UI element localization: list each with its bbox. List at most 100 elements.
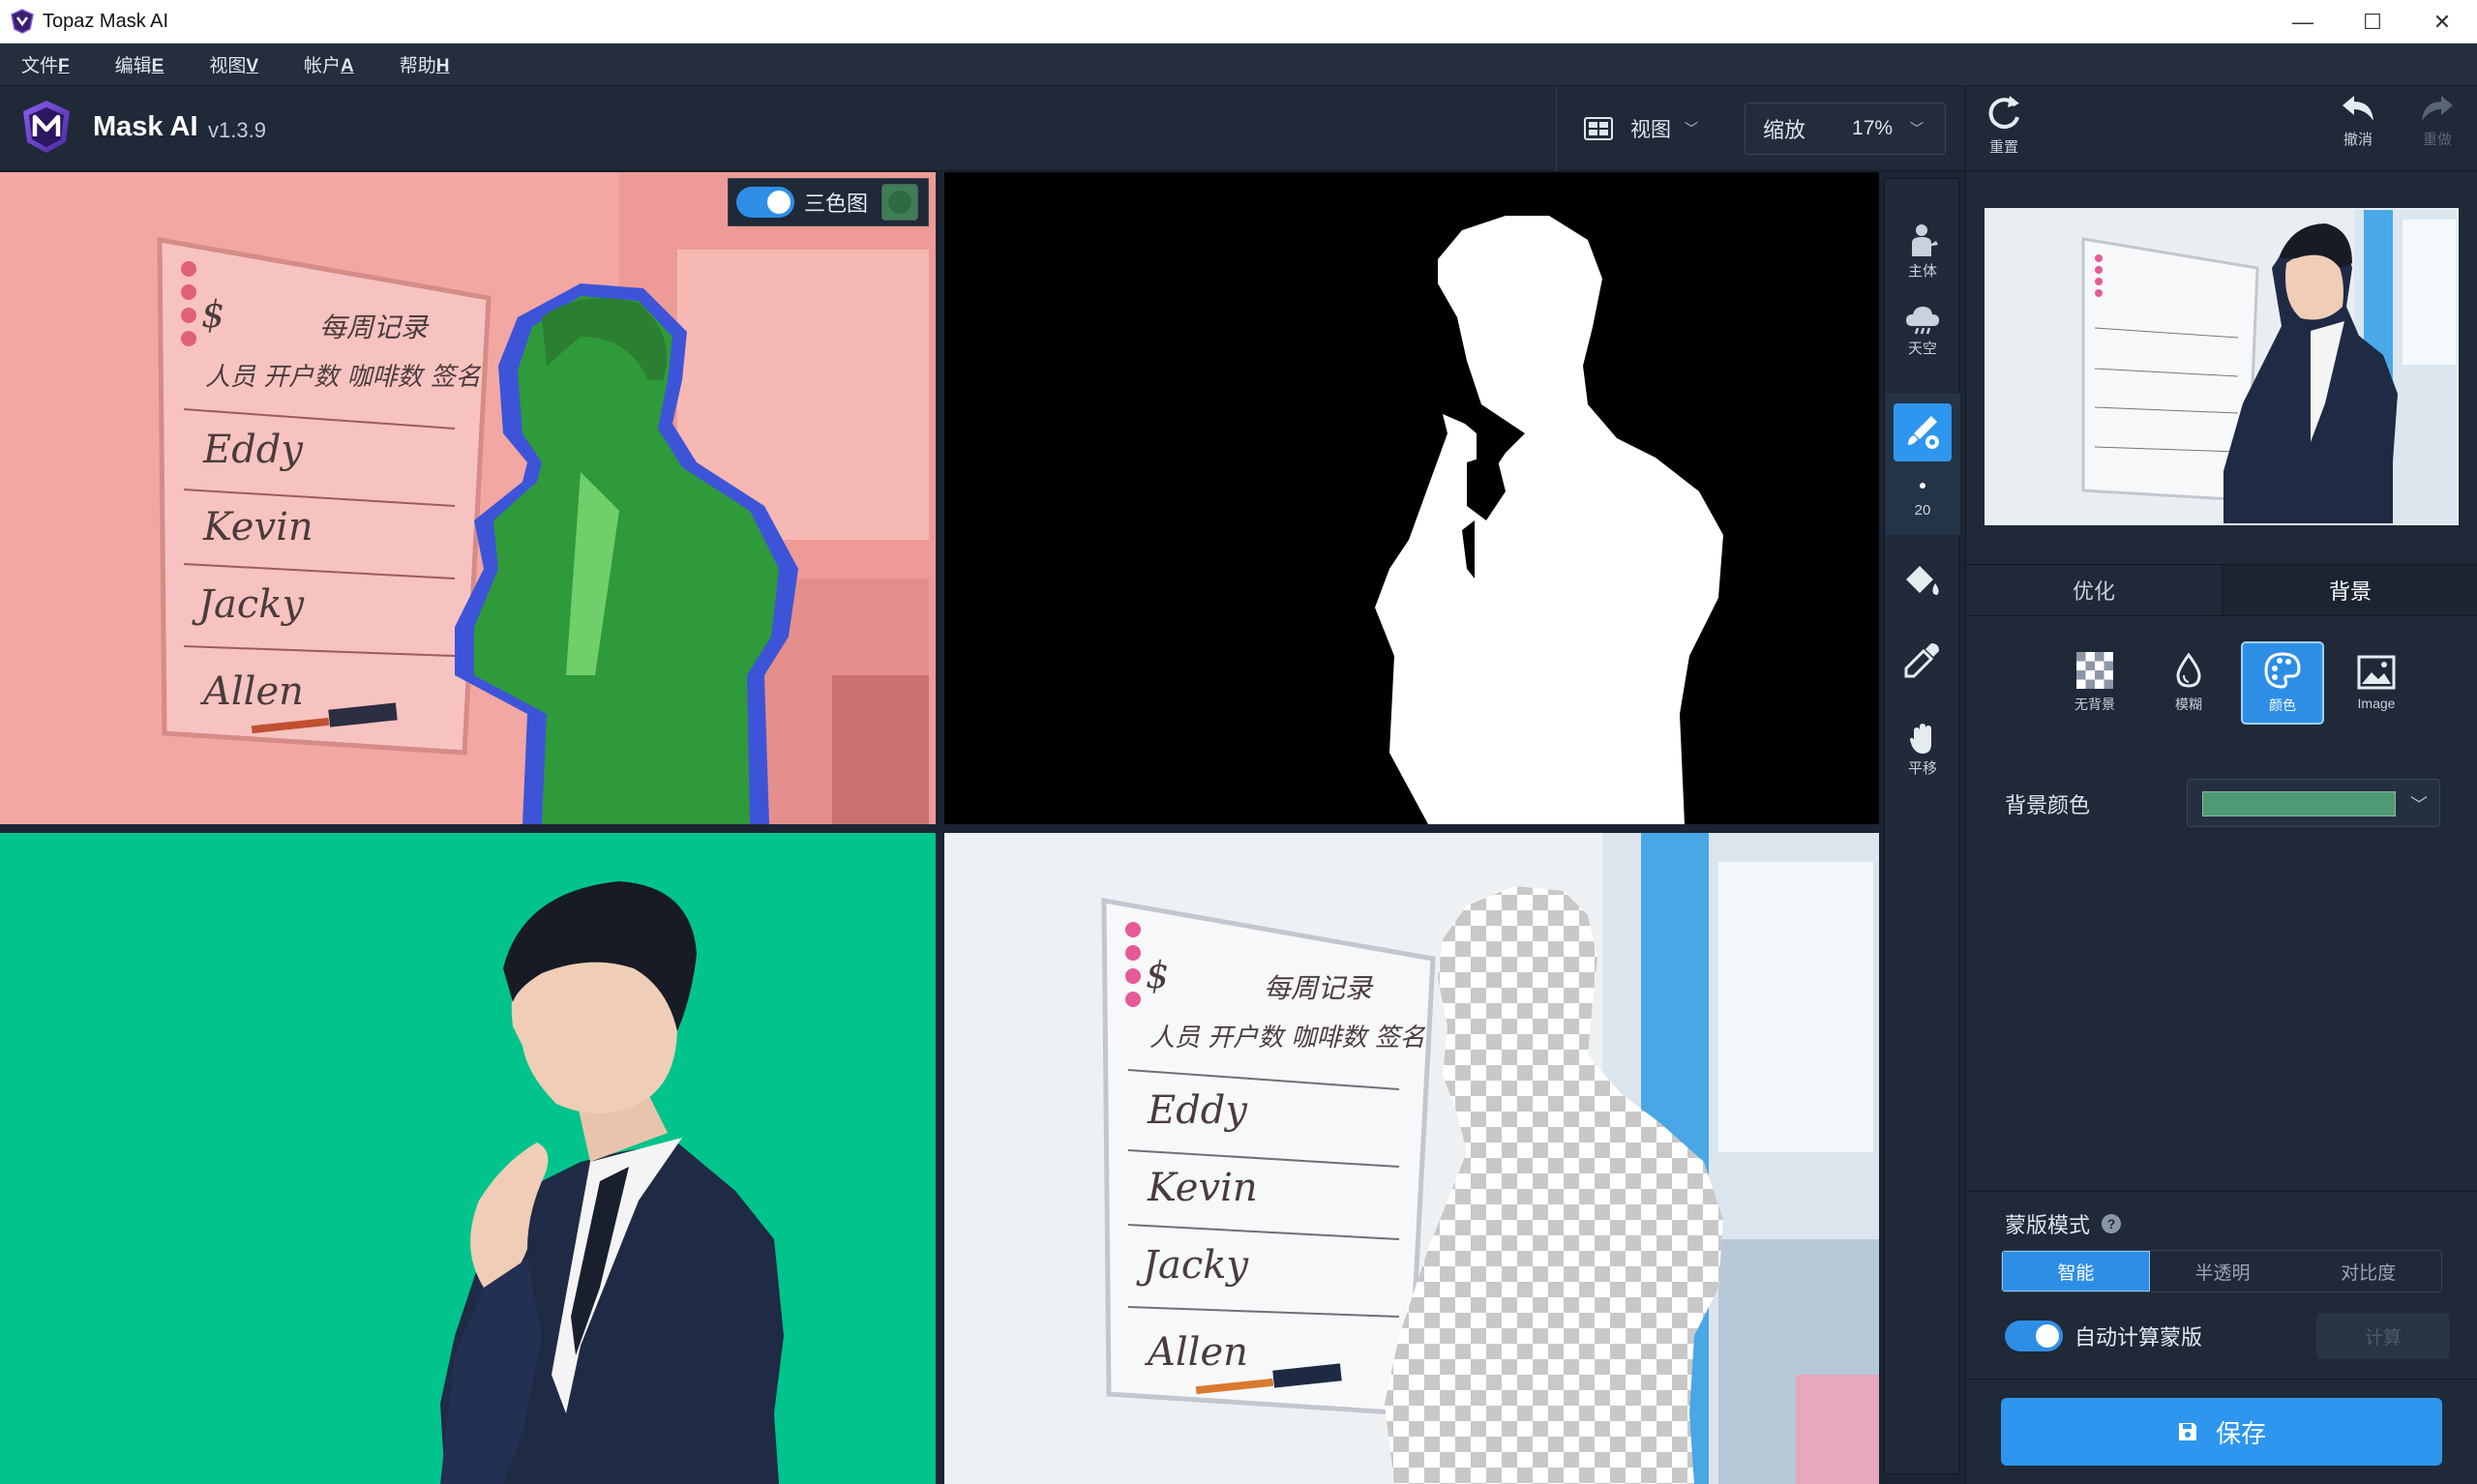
tool-pan-label: 平移 [1907,760,1937,777]
history-toolbar: 重置 撤消 重做 [1966,86,2477,171]
view-divider-horizontal[interactable] [0,824,1879,833]
reset-icon [1988,96,2019,130]
view-layout-dropdown[interactable]: 视图 ﹀ [1556,86,1728,171]
app-version: v1.3.9 [208,118,266,142]
redo-icon [2422,96,2453,121]
undo-button[interactable]: 撤消 [2324,92,2392,165]
trimap-color-swatch[interactable] [881,184,919,221]
background-color-label: 背景颜色 [2005,793,2091,817]
panel-tabs: 优化 背景 [1966,564,2477,616]
mask-mode-selector: 智能 半透明 对比度 [2001,1250,2442,1292]
chevron-down-icon: ﹀ [1685,121,1698,136]
board-header: 人员 开户数 咖啡数 签名 [1149,1024,1426,1053]
tool-subject[interactable]: 主体 [1885,223,1960,281]
bg-option-none[interactable]: 无背景 [2053,641,2136,725]
panel-divider [1966,1191,2477,1192]
tool-sky[interactable]: 天空 [1885,303,1960,358]
palette-icon [2264,652,2301,689]
help-icon[interactable]: ? [2102,1214,2122,1233]
minimize-button[interactable]: — [2268,0,2338,44]
window-title: Topaz Mask AI [43,10,169,32]
brush-settings-button[interactable] [1894,403,1952,461]
auto-mask-toggle[interactable] [2005,1321,2063,1351]
chevron-down-icon: ﹀ [1910,121,1925,136]
mask-mode-smart[interactable]: 智能 [2002,1251,2150,1291]
redo-button[interactable]: 重做 [2403,92,2471,165]
zoom-value: 17% [1852,117,1894,139]
composite-view[interactable] [0,833,936,1484]
trimap-label: 三色图 [804,192,869,216]
maximize-button[interactable]: ☐ [2338,0,2407,44]
reset-button[interactable]: 重置 [1970,92,2038,165]
trimap-view[interactable]: $ 每周记录 人员 开户数 咖啡数 签名 Eddy Kevin Jacky Al… [0,172,936,824]
board-dollar: $ [201,293,224,336]
background-color-swatch[interactable] [2202,791,2396,816]
trimap-toggle-bar: 三色图 [728,178,929,226]
subject-person-icon [1912,224,1938,256]
board-name-jacky: Jacky [192,582,306,627]
pan-hand-icon [1910,724,1931,754]
bg-option-none-label: 无背景 [2074,697,2115,712]
app-name: Mask AI [93,111,198,142]
menu-file[interactable]: 文件F [21,51,70,77]
board-name-jacky: Jacky [1136,1243,1250,1288]
mask-mode-heading: 蒙版模式 ? [2005,1208,2122,1239]
tool-eyedropper[interactable] [1885,639,1960,680]
trimap-toggle[interactable] [736,187,794,218]
tab-background[interactable]: 背景 [2222,565,2477,615]
board-name-eddy: Eddy [1147,1088,1248,1133]
background-color-dropdown[interactable]: ﹀ [2187,779,2440,827]
bg-option-color[interactable]: 颜色 [2241,641,2324,725]
paint-bucket-icon [1906,566,1939,595]
reset-label: 重置 [1988,139,2018,156]
brush-size-dot [1920,483,1925,489]
grid-layout-icon [1584,117,1613,140]
bg-option-image-label: Image [2357,696,2396,711]
close-button[interactable]: ✕ [2407,0,2477,44]
bg-option-blur-label: 模糊 [2175,697,2202,712]
mask-view[interactable] [944,172,1879,824]
mask-canvas [944,172,1879,824]
board-dollar: $ [1146,954,1169,996]
brush-size-value: 20 [1914,502,1931,519]
board-name-allen: Allen [199,669,304,714]
navigator-preview[interactable] [1985,208,2459,525]
board-name-eddy: Eddy [202,428,304,472]
board-name-kevin: Kevin [1147,1166,1258,1210]
tool-strip: 主体 天空 20 平移 [1884,178,1960,1474]
menu-edit[interactable]: 编辑E [115,51,164,77]
tool-subject-label: 主体 [1907,263,1937,280]
bg-option-image[interactable]: Image [2335,641,2418,725]
tool-brush[interactable]: 20 [1885,394,1960,535]
cutout-view[interactable]: $ 每周记录 人员 开户数 咖啡数 签名 Eddy Kevin Jacky Al… [944,833,1879,1484]
topaz-app-icon [11,9,34,34]
auto-mask-row: 自动计算蒙版 计算 [2005,1313,2450,1359]
menu-account[interactable]: 帐户A [304,51,354,77]
navigator-preview-image [1986,210,2457,523]
menu-view[interactable]: 视图V [209,51,258,77]
redo-label: 重做 [2422,132,2452,148]
mask-mode-contrast[interactable]: 对比度 [2295,1251,2441,1291]
menu-help[interactable]: 帮助H [400,51,450,77]
mask-mode-translucent[interactable]: 半透明 [2150,1251,2296,1291]
mask-ai-logo [23,101,70,153]
mask-mode-label: 蒙版模式 [2005,1213,2091,1237]
cutout-canvas: $ 每周记录 人员 开户数 咖啡数 签名 Eddy Kevin Jacky Al… [944,833,1879,1484]
board-name-kevin: Kevin [202,505,313,549]
auto-mask-label: 自动计算蒙版 [2074,1325,2203,1350]
menu-bar: 文件F 编辑E 视图V 帐户A 帮助H [0,44,2477,86]
board-name-allen: Allen [1144,1330,1248,1375]
composite-canvas [0,833,936,1484]
compute-button[interactable]: 计算 [2316,1313,2450,1359]
bg-option-blur[interactable]: 模糊 [2147,641,2230,725]
save-disk-icon [2178,1423,2196,1440]
tab-optimize[interactable]: 优化 [1966,565,2222,615]
zoom-dropdown[interactable]: 缩放 17% ﹀ [1745,103,1946,155]
tool-fill[interactable] [1885,562,1960,601]
tool-pan[interactable]: 平移 [1885,723,1960,778]
window-titlebar: Topaz Mask AI — ☐ ✕ [0,0,2477,44]
panel-divider [1966,1379,2477,1380]
save-button[interactable]: 保存 [2001,1398,2442,1466]
save-label: 保存 [2215,1418,2266,1448]
trimap-canvas: $ 每周记录 人员 开户数 咖啡数 签名 Eddy Kevin Jacky Al… [0,172,936,824]
